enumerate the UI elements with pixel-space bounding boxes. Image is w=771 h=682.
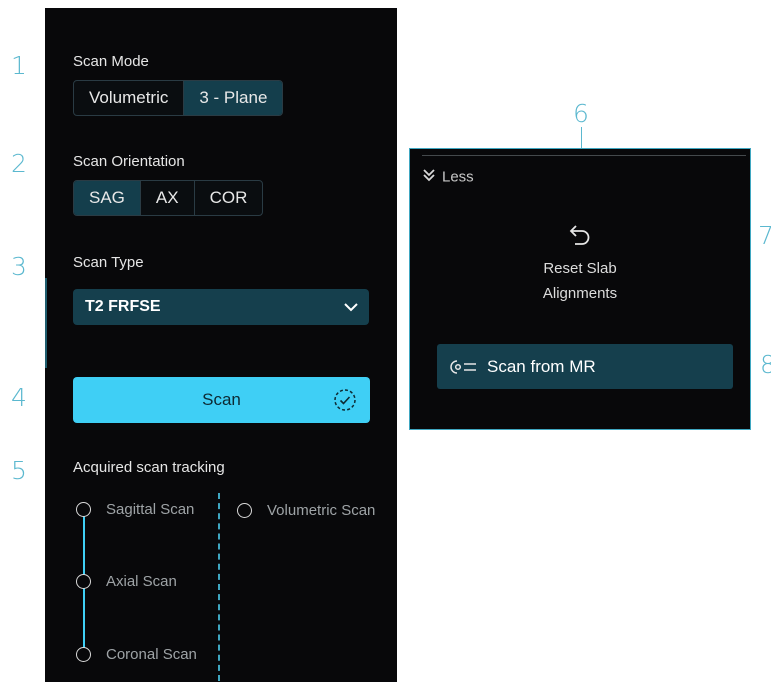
scan-mode-volumetric[interactable]: Volumetric — [74, 81, 185, 115]
scan-button-label: Scan — [202, 390, 241, 409]
tracking-item-axial: Axial Scan — [106, 573, 177, 590]
axial-scan-status-icon — [76, 574, 91, 589]
callout-6: 6 — [573, 99, 589, 128]
tracking-item-coronal: Coronal Scan — [106, 646, 197, 663]
callout-4: 4 — [11, 383, 27, 412]
sagittal-scan-status-icon — [76, 502, 91, 517]
scan-orientation-toggle: SAG AX COR — [73, 180, 264, 216]
tracking-item-sagittal: Sagittal Scan — [106, 501, 195, 518]
scan-mode-toggle: Volumetric 3 - Plane — [73, 80, 284, 116]
acquired-scan-tracking-label: Acquired scan tracking — [73, 459, 225, 476]
dashed-circle-check-icon — [333, 388, 357, 417]
orientation-ax[interactable]: AX — [141, 181, 195, 215]
undo-arrow-icon — [410, 221, 750, 253]
callout-6-leader — [581, 127, 582, 148]
scan-control-panel: Scan Mode Volumetric 3 - Plane Scan Orie… — [45, 8, 397, 682]
callout-2: 2 — [11, 149, 27, 178]
reset-slab-label-line2: Alignments — [542, 285, 618, 302]
callout-1: 1 — [11, 51, 27, 80]
callout-5: 5 — [11, 456, 27, 485]
scan-type-label: Scan Type — [73, 254, 144, 271]
less-label: Less — [442, 168, 474, 186]
coronal-scan-status-icon — [76, 647, 91, 662]
scan-button[interactable]: Scan — [73, 377, 370, 423]
scan-orientation-label: Scan Orientation — [73, 153, 185, 170]
panel-divider — [422, 155, 746, 156]
callout-7: 7 — [758, 225, 771, 247]
panel-edge-highlight — [45, 278, 47, 368]
reset-slab-alignments-button[interactable]: Reset Slab Alignments — [410, 221, 750, 302]
orientation-cor[interactable]: COR — [195, 181, 263, 215]
double-chevron-down-icon — [422, 167, 436, 187]
scan-mode-label: Scan Mode — [73, 53, 149, 70]
expanded-options-panel: Less Reset Slab Alignments Scan from MR — [409, 148, 751, 430]
orientation-sag[interactable]: SAG — [74, 181, 141, 215]
scan-from-mr-icon — [449, 358, 479, 381]
callout-8: 8 — [760, 350, 771, 379]
scan-type-dropdown[interactable]: T2 FRFSE — [73, 289, 369, 325]
reset-slab-label-line1: Reset Slab — [543, 260, 617, 277]
scan-from-mr-button[interactable]: Scan from MR — [437, 344, 733, 389]
scan-type-value: T2 FRFSE — [85, 298, 161, 315]
callout-3: 3 — [11, 252, 27, 281]
scan-mode-3-plane[interactable]: 3 - Plane — [184, 81, 283, 115]
less-toggle[interactable]: Less — [422, 167, 474, 187]
scan-from-mr-label: Scan from MR — [487, 357, 596, 376]
tracking-item-volumetric: Volumetric Scan — [267, 502, 376, 519]
volumetric-scan-status-icon — [237, 503, 252, 518]
tracking-divider — [218, 493, 220, 681]
chevron-down-icon — [343, 300, 359, 318]
